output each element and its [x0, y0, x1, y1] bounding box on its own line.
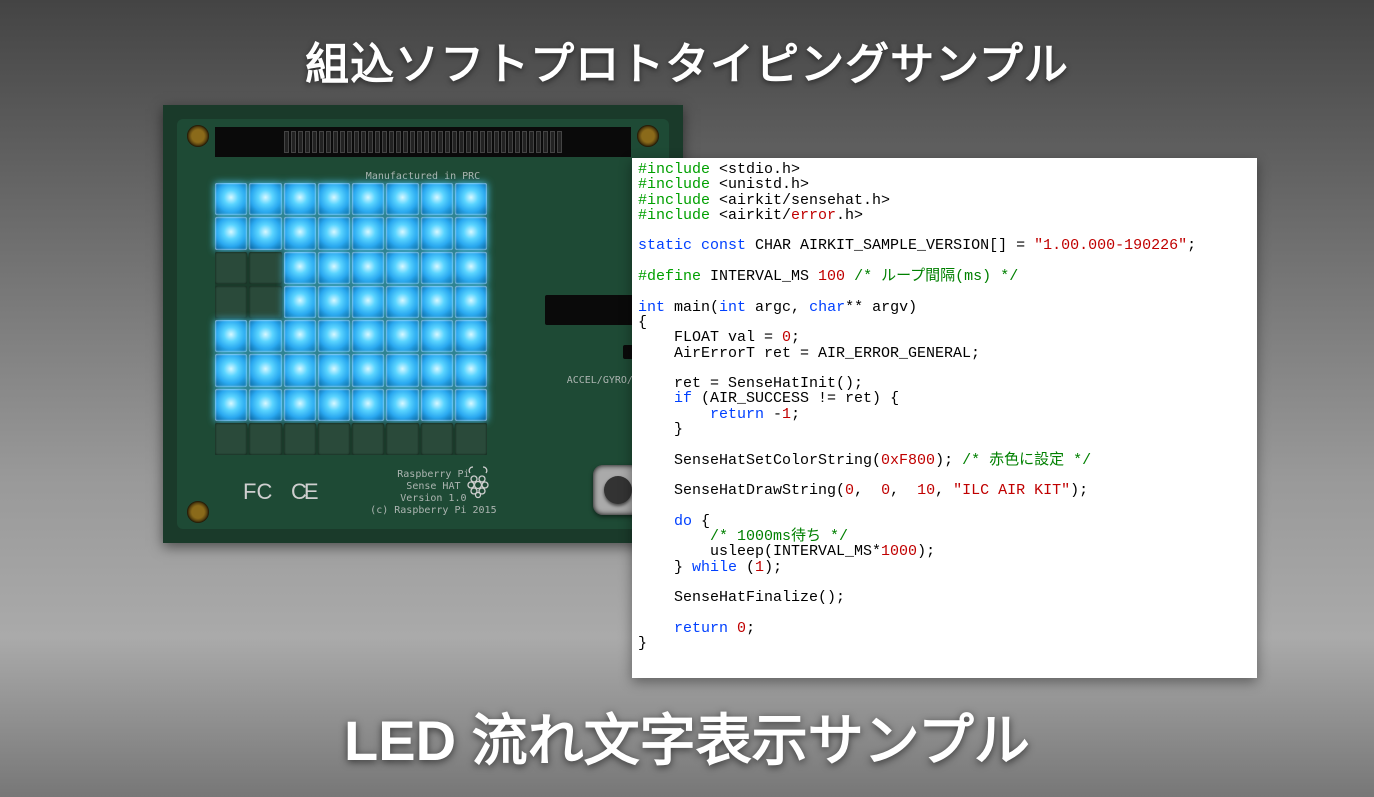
led-pixel	[421, 217, 453, 249]
led-pixel	[249, 252, 281, 284]
led-pixel	[421, 183, 453, 215]
led-pixel	[352, 286, 384, 318]
led-pixel	[352, 320, 384, 352]
led-pixel	[421, 423, 453, 455]
led-pixel	[455, 286, 487, 318]
led-pixel	[215, 354, 247, 386]
led-pixel	[284, 217, 316, 249]
led-pixel	[386, 252, 418, 284]
led-pixel	[215, 252, 247, 284]
led-pixel	[318, 286, 350, 318]
mount-hole-icon	[187, 501, 209, 523]
mount-hole-icon	[637, 125, 659, 147]
led-pixel	[386, 389, 418, 421]
led-pixel	[386, 354, 418, 386]
led-pixel	[421, 252, 453, 284]
led-pixel	[318, 217, 350, 249]
led-pixel	[386, 217, 418, 249]
led-pixel	[352, 354, 384, 386]
led-pixel	[215, 423, 247, 455]
led-pixel	[352, 183, 384, 215]
led-pixel	[421, 286, 453, 318]
gpio-header	[215, 127, 631, 157]
code-sample: #include <stdio.h> #include <unistd.h> #…	[632, 158, 1257, 678]
led-pixel	[455, 183, 487, 215]
led-pixel	[284, 320, 316, 352]
ce-logo-icon: CE	[291, 479, 316, 505]
led-pixel	[318, 389, 350, 421]
silkscreen-manufactured: Manufactured in PRC	[366, 171, 480, 182]
sense-hat-board: Manufactured in PRC ACCEL/GYRO/MAG FC CE…	[163, 105, 683, 543]
led-pixel	[455, 354, 487, 386]
led-pixel	[249, 217, 281, 249]
led-pixel	[352, 217, 384, 249]
led-pixel	[284, 354, 316, 386]
led-pixel	[455, 217, 487, 249]
led-pixel	[249, 389, 281, 421]
led-pixel	[386, 183, 418, 215]
led-pixel	[249, 354, 281, 386]
led-pixel	[318, 423, 350, 455]
led-pixel	[284, 286, 316, 318]
led-pixel	[318, 320, 350, 352]
led-pixel	[318, 354, 350, 386]
led-pixel	[421, 320, 453, 352]
led-pixel	[284, 252, 316, 284]
led-pixel	[386, 286, 418, 318]
slide-footer-title: LED 流れ文字表示サンプル	[0, 696, 1374, 777]
led-pixel	[352, 389, 384, 421]
chip-icon	[545, 295, 635, 325]
raspberry-logo-icon	[463, 463, 493, 507]
led-pixel	[386, 320, 418, 352]
led-pixel	[421, 389, 453, 421]
led-pixel	[455, 423, 487, 455]
led-matrix	[215, 183, 487, 455]
led-pixel	[249, 423, 281, 455]
fcc-logo-icon: FC	[243, 479, 272, 505]
led-pixel	[215, 389, 247, 421]
mount-hole-icon	[187, 125, 209, 147]
led-pixel	[284, 423, 316, 455]
led-pixel	[249, 286, 281, 318]
led-pixel	[352, 252, 384, 284]
led-pixel	[318, 252, 350, 284]
led-pixel	[215, 320, 247, 352]
led-pixel	[284, 183, 316, 215]
led-pixel	[249, 183, 281, 215]
led-pixel	[352, 423, 384, 455]
led-pixel	[215, 217, 247, 249]
led-pixel	[455, 320, 487, 352]
led-pixel	[455, 389, 487, 421]
led-pixel	[215, 286, 247, 318]
led-pixel	[284, 389, 316, 421]
led-pixel	[455, 252, 487, 284]
led-pixel	[421, 354, 453, 386]
led-pixel	[215, 183, 247, 215]
slide-title: 組込ソフトプロトタイピングサンプル	[0, 28, 1374, 92]
led-pixel	[249, 320, 281, 352]
led-pixel	[318, 183, 350, 215]
led-pixel	[386, 423, 418, 455]
